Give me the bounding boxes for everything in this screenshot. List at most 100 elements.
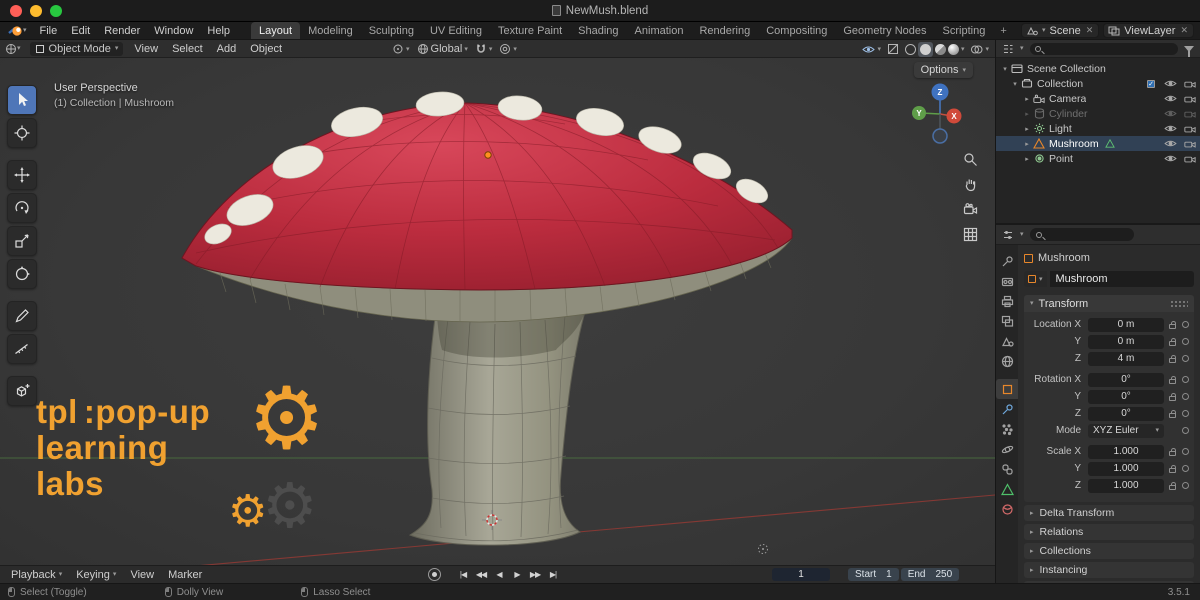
tab-tool[interactable] (996, 251, 1018, 271)
tab-modifiers[interactable] (996, 399, 1018, 419)
outliner-row-collection[interactable]: ▾ Collection ✓ (996, 76, 1200, 91)
location-z-field[interactable]: 4 m (1088, 352, 1164, 366)
tab-geometry-nodes[interactable]: Geometry Nodes (835, 22, 934, 39)
mode-selector[interactable]: Object Mode ▾ (30, 42, 124, 56)
disable-render-camera-icon[interactable] (1184, 139, 1196, 148)
animate-decorator[interactable] (1180, 427, 1190, 434)
shading-wireframe-button[interactable] (905, 44, 916, 55)
tab-sculpting[interactable]: Sculpting (361, 22, 422, 39)
menu-add[interactable]: Add (210, 43, 244, 55)
lock-icon[interactable] (1164, 482, 1180, 490)
tab-uv-editing[interactable]: UV Editing (422, 22, 490, 39)
editor-type-button[interactable]: ▾ (0, 43, 26, 55)
scale-y-field[interactable]: 1.000 (1088, 462, 1164, 476)
panel-grip-icon[interactable] (1170, 300, 1188, 308)
tab-render[interactable] (996, 271, 1018, 291)
animate-decorator[interactable] (1180, 410, 1190, 417)
overlays-toggle[interactable]: ▾ (970, 44, 989, 55)
unlink-scene-button[interactable]: ✕ (1085, 25, 1095, 36)
outliner-row-camera[interactable]: ▸ Camera (996, 91, 1200, 106)
properties-search-input[interactable] (1030, 228, 1134, 241)
animate-decorator[interactable] (1180, 465, 1190, 472)
section-collections[interactable]: ▸ Collections (1024, 543, 1194, 559)
menu-file[interactable]: File (33, 22, 65, 39)
lock-icon[interactable] (1164, 355, 1180, 363)
properties-editor-icon[interactable] (1002, 229, 1014, 241)
tab-particles[interactable] (996, 419, 1018, 439)
lock-icon[interactable] (1164, 448, 1180, 456)
tab-material[interactable] (996, 499, 1018, 519)
menu-keying[interactable]: Keying ▾ (69, 569, 123, 581)
menu-object[interactable]: Object (243, 43, 289, 55)
tab-modeling[interactable]: Modeling (300, 22, 361, 39)
object-type-dropdown[interactable]: ▾ (1024, 271, 1047, 287)
expander-icon[interactable]: ▸ (1022, 140, 1032, 148)
tab-layout[interactable]: Layout (251, 22, 300, 39)
snap-toggle[interactable]: ▾ (475, 43, 493, 55)
expander-icon[interactable]: ▸ (1022, 110, 1032, 118)
tab-texture-paint[interactable]: Texture Paint (490, 22, 570, 39)
outliner-search-input[interactable] (1030, 43, 1178, 55)
lock-icon[interactable] (1164, 465, 1180, 473)
chevron-down-icon[interactable]: ▾ (1020, 231, 1024, 238)
next-keyframe-button[interactable]: ▶▶ (527, 568, 543, 582)
rotation-z-field[interactable]: 0° (1088, 407, 1164, 421)
transform-tool[interactable] (7, 259, 37, 289)
animate-decorator[interactable] (1180, 448, 1190, 455)
lock-icon[interactable] (1164, 338, 1180, 346)
measure-tool[interactable] (7, 334, 37, 364)
outliner-editor-icon[interactable] (1002, 43, 1014, 55)
lock-icon[interactable] (1164, 410, 1180, 418)
rotation-y-field[interactable]: 0° (1088, 390, 1164, 404)
collection-checkbox[interactable]: ✓ (1147, 80, 1155, 88)
disable-render-camera-icon[interactable] (1184, 94, 1196, 103)
hide-eye-icon[interactable] (1164, 109, 1177, 118)
disable-render-camera-icon[interactable] (1184, 124, 1196, 133)
remove-view-layer-button[interactable]: ✕ (1179, 25, 1189, 36)
menu-window[interactable]: Window (147, 22, 200, 39)
jump-to-start-button[interactable]: |◀ (455, 568, 471, 582)
object-name-field[interactable]: Mushroom (1050, 271, 1194, 287)
expander-icon[interactable]: ▾ (1000, 65, 1010, 73)
lock-icon[interactable] (1164, 376, 1180, 384)
add-workspace-button[interactable]: + (993, 22, 1013, 39)
proportional-editing-toggle[interactable]: ▾ (499, 43, 517, 55)
disable-render-camera-icon[interactable] (1184, 154, 1196, 163)
animate-decorator[interactable] (1180, 393, 1190, 400)
disable-render-camera-icon[interactable] (1184, 79, 1196, 88)
select-box-tool[interactable] (7, 85, 37, 115)
xray-toggle[interactable] (887, 43, 899, 55)
camera-view-icon[interactable] (961, 200, 979, 218)
tab-object-data[interactable] (996, 479, 1018, 499)
hide-eye-icon[interactable] (1164, 139, 1177, 148)
animate-decorator[interactable] (1180, 482, 1190, 489)
shading-material-button[interactable] (935, 44, 946, 55)
expander-icon[interactable]: ▸ (1022, 155, 1032, 163)
animate-decorator[interactable] (1180, 376, 1190, 383)
hide-eye-icon[interactable] (1164, 94, 1177, 103)
move-tool[interactable] (7, 160, 37, 190)
tab-scripting[interactable]: Scripting (935, 22, 994, 39)
tab-shading[interactable]: Shading (570, 22, 626, 39)
lock-icon[interactable] (1164, 321, 1180, 329)
blender-logo-icon[interactable]: ▾ (0, 22, 33, 39)
section-instancing[interactable]: ▸ Instancing (1024, 562, 1194, 578)
scale-x-field[interactable]: 1.000 (1088, 445, 1164, 459)
hide-eye-icon[interactable] (1164, 154, 1177, 163)
scale-tool[interactable] (7, 226, 37, 256)
transform-orientation-selector[interactable]: Global ▾ (417, 43, 468, 55)
outliner-row-cylinder[interactable]: ▸ Cylinder (996, 106, 1200, 121)
animate-decorator[interactable] (1180, 338, 1190, 345)
previous-keyframe-button[interactable]: ◀◀ (473, 568, 489, 582)
menu-view[interactable]: View (127, 43, 165, 55)
rotation-x-field[interactable]: 0° (1088, 373, 1164, 387)
tab-compositing[interactable]: Compositing (758, 22, 835, 39)
shading-solid-button[interactable] (918, 42, 933, 57)
annotate-tool[interactable] (7, 301, 37, 331)
expander-icon[interactable]: ▸ (1022, 95, 1032, 103)
outliner-row-light[interactable]: ▸ Light (996, 121, 1200, 136)
filter-funnel-icon[interactable] (1184, 46, 1194, 52)
viewport-3d[interactable]: User Perspective (1) Collection | Mushro… (0, 58, 995, 565)
outliner-row-scene-collection[interactable]: ▾ Scene Collection (996, 61, 1200, 76)
cursor-tool[interactable] (7, 118, 37, 148)
